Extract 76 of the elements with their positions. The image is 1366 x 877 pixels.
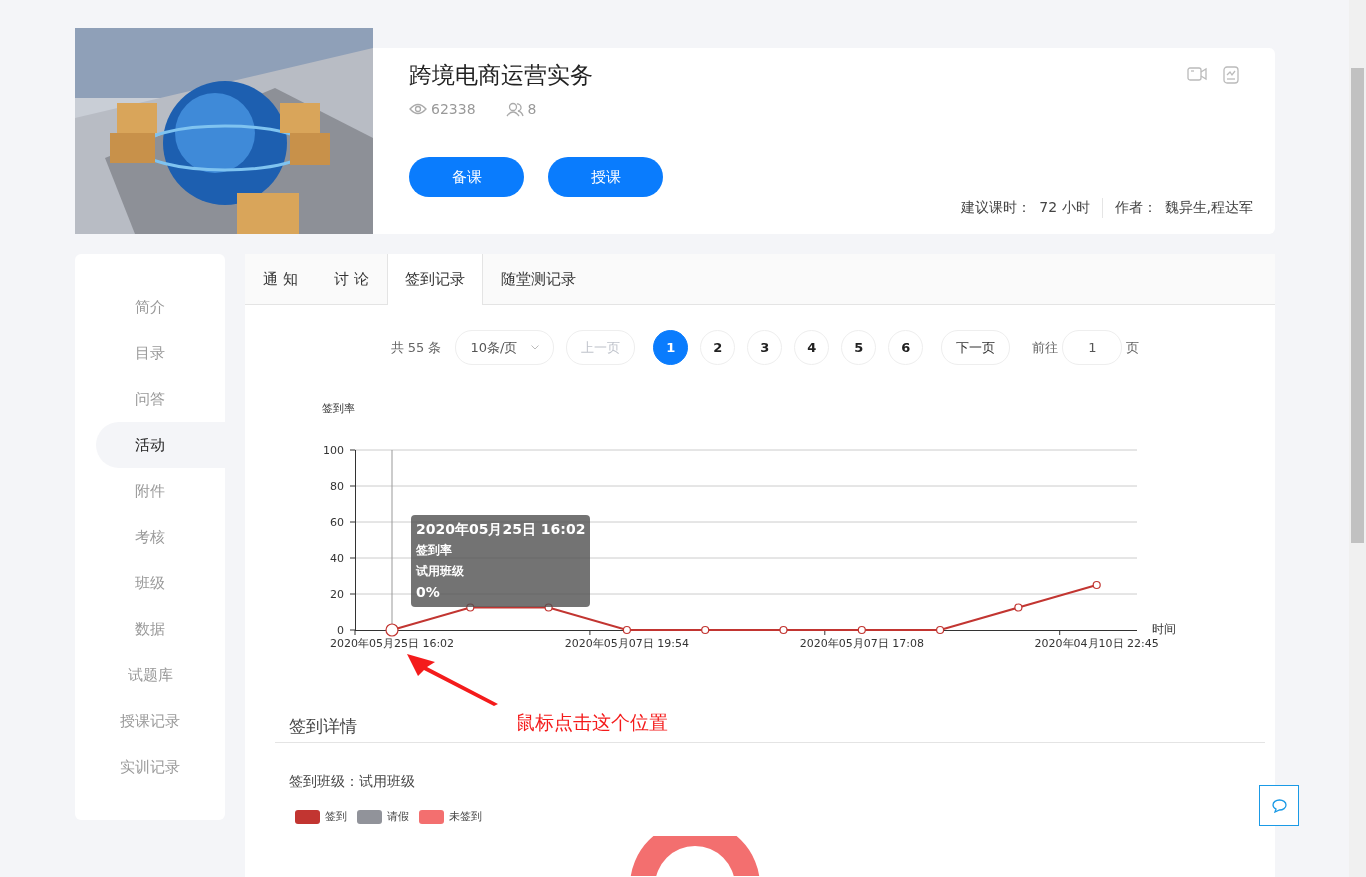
sidebar-item[interactable]: 简介 — [75, 284, 225, 330]
sidebar-item[interactable]: 目录 — [75, 330, 225, 376]
data-point[interactable] — [1092, 580, 1101, 590]
sidebar-item[interactable]: 实训记录 — [75, 744, 225, 790]
data-point[interactable] — [1014, 603, 1023, 612]
y-tick-label: 60 — [330, 516, 344, 529]
sidebar-item[interactable]: 班级 — [75, 560, 225, 606]
page-button[interactable]: 6 — [888, 330, 924, 365]
total-count: 共 55 条 — [390, 338, 442, 357]
tab[interactable]: 随堂测记录 — [482, 254, 594, 304]
view-count: 62338 — [431, 101, 476, 117]
page-input[interactable]: 1 — [1062, 330, 1123, 365]
chat-button[interactable] — [1259, 785, 1299, 826]
section-heading: 签到详情 — [289, 716, 357, 736]
legend-swatch[interactable] — [419, 809, 444, 824]
x-tick-label: 2020年05月07日 17:08 — [799, 637, 924, 650]
x-tick-label: 2020年04月10日 22:45 — [1034, 637, 1159, 650]
chat-icon — [1271, 798, 1287, 813]
next-page-button[interactable]: 下一页 — [941, 330, 1011, 365]
tooltip-series: 试用班级 — [416, 563, 465, 580]
sidebar-item[interactable]: 数据 — [75, 606, 225, 652]
sidebar-item[interactable]: 附件 — [75, 468, 225, 514]
hours-value: 72 小时 — [1039, 199, 1090, 217]
data-point[interactable] — [622, 625, 631, 635]
legend-swatch[interactable] — [357, 809, 382, 824]
page-unit: 页 — [1126, 338, 1140, 357]
y-tick-label: 40 — [330, 552, 344, 565]
data-point[interactable] — [385, 623, 399, 637]
legend-label: 签到 — [325, 809, 347, 824]
caret-icon — [531, 345, 540, 350]
annotation-text: 鼠标点击这个位置 — [516, 710, 668, 735]
page-size-select[interactable]: 10条/页 — [455, 330, 555, 365]
course-button[interactable]: 备课 — [409, 157, 524, 197]
tab[interactable]: 签到记录 — [386, 254, 483, 305]
page-button[interactable]: 2 — [700, 330, 736, 365]
sidebar-item[interactable]: 活动 — [96, 422, 225, 468]
class-line: 签到班级：试用班级 — [289, 773, 416, 791]
page-button[interactable]: 4 — [794, 330, 830, 365]
tooltip-metric: 签到率 — [416, 542, 453, 559]
page-button[interactable]: 3 — [747, 330, 783, 365]
data-point[interactable] — [936, 625, 945, 635]
course-title: 跨境电商运营实务 — [409, 61, 593, 90]
data-point[interactable] — [779, 625, 788, 635]
course-button[interactable]: 授课 — [548, 157, 663, 197]
legend-label: 请假 — [387, 809, 409, 824]
tab[interactable]: 通 知 — [245, 254, 316, 304]
y-tick-label: 0 — [337, 624, 344, 637]
member-count: 8 — [527, 101, 537, 117]
x-axis-title: 时间 — [1152, 622, 1176, 636]
tooltip-value: 0% — [416, 583, 441, 602]
people-icon — [505, 101, 524, 117]
y-tick-label: 80 — [330, 480, 344, 493]
author-label: 作者： — [1114, 199, 1157, 217]
hours-label: 建议课时： — [961, 199, 1032, 217]
y-tick-label: 100 — [323, 444, 344, 457]
x-tick-label: 2020年05月07日 19:54 — [564, 637, 689, 650]
x-tick-label: 2020年05月25日 16:02 — [329, 637, 455, 650]
author-value: 魏异生,程达军 — [1164, 199, 1253, 217]
legend-swatch[interactable] — [295, 809, 320, 824]
page-button[interactable]: 5 — [841, 330, 877, 365]
scrollbar[interactable] — [1349, 0, 1366, 877]
y-tick-label: 20 — [330, 588, 344, 601]
sidebar-item[interactable]: 试题库 — [75, 652, 225, 698]
scrollbar-thumb[interactable] — [1351, 68, 1364, 543]
y-axis-title: 签到率 — [322, 402, 355, 415]
sidebar-item[interactable]: 考核 — [75, 514, 225, 560]
legend-label: 未签到 — [449, 809, 482, 824]
tooltip-date: 2020年05月25日 16:02 — [416, 520, 586, 539]
eye-icon — [409, 103, 427, 115]
sidebar-item[interactable]: 授课记录 — [75, 698, 225, 744]
goto-label: 前往 — [1032, 338, 1059, 357]
tab[interactable]: 讨 论 — [315, 254, 387, 304]
page-button[interactable]: 1 — [653, 330, 689, 365]
data-point[interactable] — [701, 625, 710, 635]
data-point[interactable] — [857, 625, 866, 635]
sidebar-item[interactable]: 问答 — [75, 376, 225, 422]
